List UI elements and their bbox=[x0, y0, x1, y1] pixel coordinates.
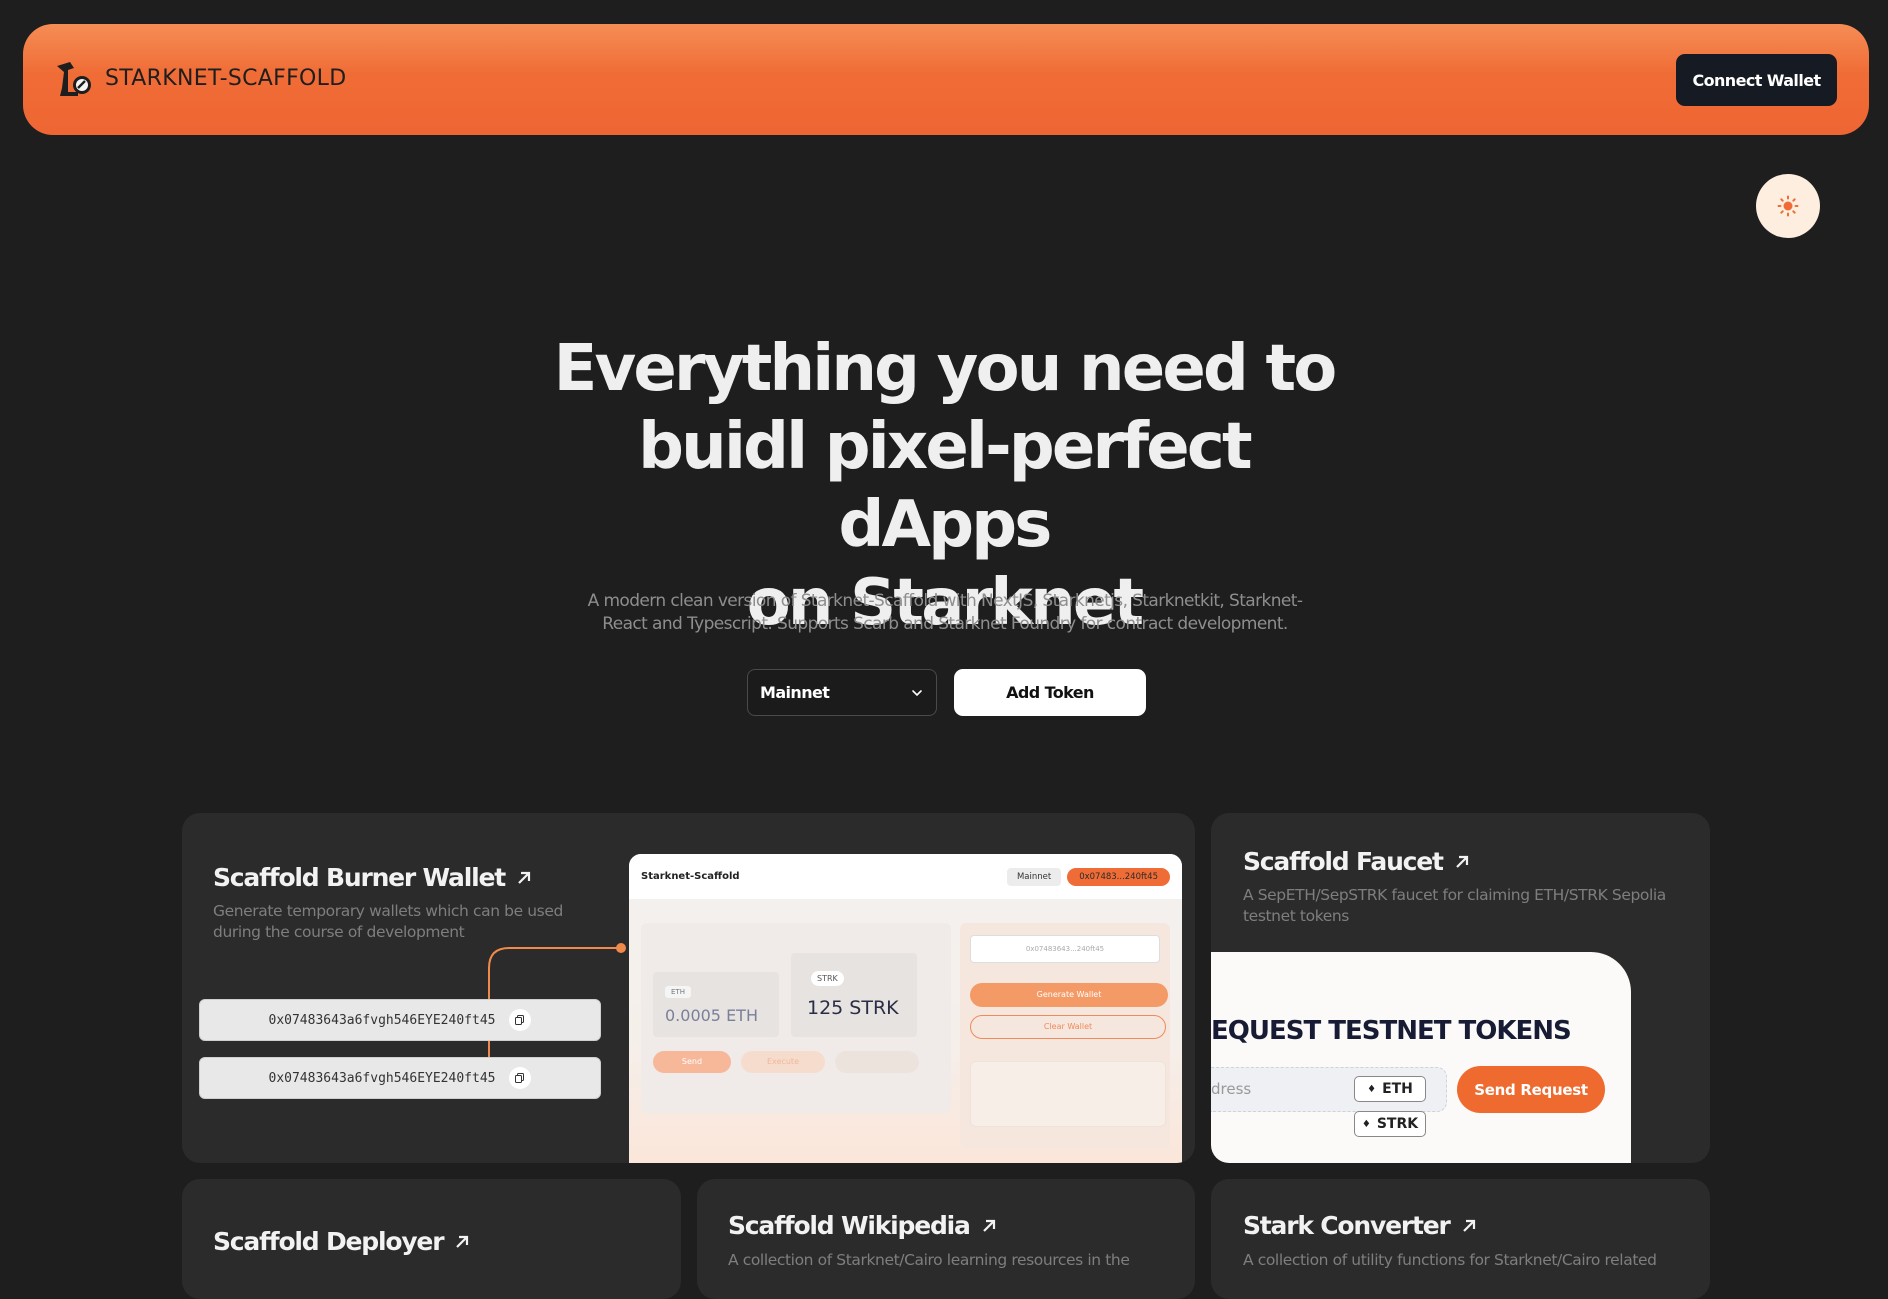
preview-clear-button: Clear Wallet bbox=[970, 1015, 1166, 1039]
hero-subtitle-line: React and Typescript. Supports Scarb and… bbox=[602, 614, 1288, 634]
burner-wallet-title-text: Scaffold Burner Wallet bbox=[213, 863, 506, 892]
connect-wallet-button[interactable]: Connect Wallet bbox=[1676, 54, 1837, 106]
preview-balance-panel: ETH 0.0005 ETH STRK 125 STRK Send Execut… bbox=[641, 923, 951, 1113]
eth-chip: ♦ ETH bbox=[1354, 1076, 1426, 1102]
logo-icon[interactable] bbox=[54, 58, 96, 100]
request-title: EQUEST TESTNET TOKENS bbox=[1211, 1016, 1572, 1046]
preview-eth-box: ETH 0.0005 ETH bbox=[653, 972, 779, 1037]
hero-title-line: Everything you need to bbox=[553, 332, 1338, 406]
sun-icon bbox=[1777, 195, 1799, 217]
preview-strk-value: 125 STRK bbox=[807, 997, 899, 1019]
deployer-title[interactable]: Scaffold Deployer bbox=[213, 1227, 471, 1256]
send-request-button: Send Request bbox=[1457, 1066, 1605, 1113]
arrow-up-right-icon bbox=[456, 1235, 469, 1248]
preview-navbar: Starknet-Scaffold Mainnet 0x07483...240f… bbox=[629, 854, 1182, 899]
arrow-up-right-icon bbox=[1456, 855, 1468, 868]
converter-title[interactable]: Stark Converter bbox=[1243, 1211, 1478, 1240]
preview-strk-box: STRK 125 STRK bbox=[791, 953, 917, 1037]
copy-icon[interactable] bbox=[509, 1009, 532, 1031]
converter-card[interactable]: Stark Converter A collection of utility … bbox=[1211, 1179, 1710, 1299]
burner-address-pill[interactable]: 0x07483643a6fvgh546EYE240ft45 bbox=[199, 1057, 601, 1099]
burner-wallet-title[interactable]: Scaffold Burner Wallet bbox=[213, 863, 533, 892]
faucet-desc: A SepETH/SepSTRK faucet for claiming ETH… bbox=[1243, 886, 1666, 925]
preview-generate-button: Generate Wallet bbox=[970, 983, 1168, 1007]
hero-subtitle-line: A modern clean version of Starknet-Scaff… bbox=[587, 591, 1303, 611]
preview-eth-value: 0.0005 ETH bbox=[665, 1006, 758, 1025]
preview-brand: Starknet-Scaffold bbox=[641, 871, 740, 882]
faucet-preview: EQUEST TESTNET TOKENS dress ♦ ETH ♦ STRK… bbox=[1211, 952, 1631, 1163]
preview-blank-button bbox=[835, 1051, 919, 1073]
preview-eth-label: ETH bbox=[665, 986, 691, 998]
eth-chip-label: ETH bbox=[1382, 1081, 1413, 1097]
converter-title-text: Stark Converter bbox=[1243, 1211, 1451, 1240]
preview-network: Mainnet bbox=[1006, 867, 1062, 886]
theme-toggle-button[interactable] bbox=[1756, 174, 1820, 238]
add-token-button[interactable]: Add Token bbox=[954, 669, 1146, 716]
preview-execute-button: Execute bbox=[741, 1051, 825, 1073]
hero-title-line: buidl pixel-perfect dApps bbox=[638, 410, 1252, 562]
network-select[interactable]: Mainnet bbox=[747, 669, 937, 716]
burner-address: 0x07483643a6fvgh546EYE240ft45 bbox=[268, 1012, 496, 1028]
wikipedia-title[interactable]: Scaffold Wikipedia bbox=[728, 1211, 998, 1240]
hero-subtitle: A modern clean version of Starknet-Scaff… bbox=[560, 590, 1330, 636]
network-select-value: Mainnet bbox=[760, 683, 830, 702]
burner-address: 0x07483643a6fvgh546EYE240ft45 bbox=[268, 1070, 496, 1086]
preview-send-button: Send bbox=[653, 1051, 731, 1073]
faucet-title-text: Scaffold Faucet bbox=[1243, 847, 1444, 876]
arrow-up-right-icon bbox=[1462, 1219, 1475, 1232]
preview-address: 0x07483...240ft45 bbox=[1067, 867, 1170, 886]
deployer-title-text: Scaffold Deployer bbox=[213, 1227, 445, 1256]
chevron-down-icon bbox=[912, 689, 922, 696]
burner-address-pill[interactable]: 0x07483643a6fvgh546EYE240ft45 bbox=[199, 999, 601, 1041]
deployer-card[interactable]: Scaffold Deployer bbox=[182, 1179, 681, 1299]
wikipedia-card[interactable]: Scaffold Wikipedia A collection of Stark… bbox=[697, 1179, 1195, 1299]
preview-strk-label: STRK bbox=[811, 971, 844, 986]
arrow-up-right-icon bbox=[518, 871, 531, 884]
faucet-card[interactable]: Scaffold Faucet A SepETH/SepSTRK faucet … bbox=[1211, 813, 1710, 1163]
copy-icon[interactable] bbox=[509, 1067, 532, 1089]
burner-wallet-card[interactable]: Scaffold Burner Wallet Generate temporar… bbox=[182, 813, 1195, 1163]
ethereum-icon: ♦ bbox=[1361, 1118, 1371, 1130]
preview-wallet-panel: 0x07483643...240ft45 Generate Wallet Cle… bbox=[960, 923, 1170, 1148]
wikipedia-title-text: Scaffold Wikipedia bbox=[728, 1211, 971, 1240]
navbar: STARKNET-SCAFFOLD Connect Wallet bbox=[23, 24, 1869, 135]
burner-wallet-desc: Generate temporary wallets which can be … bbox=[213, 902, 563, 941]
brand-name[interactable]: STARKNET-SCAFFOLD bbox=[105, 66, 346, 91]
faucet-address-placeholder: dress bbox=[1211, 1080, 1252, 1098]
arrow-up-right-icon bbox=[982, 1219, 995, 1232]
ethereum-icon: ♦ bbox=[1367, 1083, 1377, 1095]
preview-note-box bbox=[970, 1061, 1166, 1127]
strk-chip: ♦ STRK bbox=[1354, 1111, 1426, 1137]
burner-wallet-preview: Starknet-Scaffold Mainnet 0x07483...240f… bbox=[629, 854, 1182, 1163]
faucet-title[interactable]: Scaffold Faucet bbox=[1243, 847, 1471, 876]
preview-addr-field: 0x07483643...240ft45 bbox=[970, 935, 1160, 963]
strk-chip-label: STRK bbox=[1376, 1116, 1419, 1132]
